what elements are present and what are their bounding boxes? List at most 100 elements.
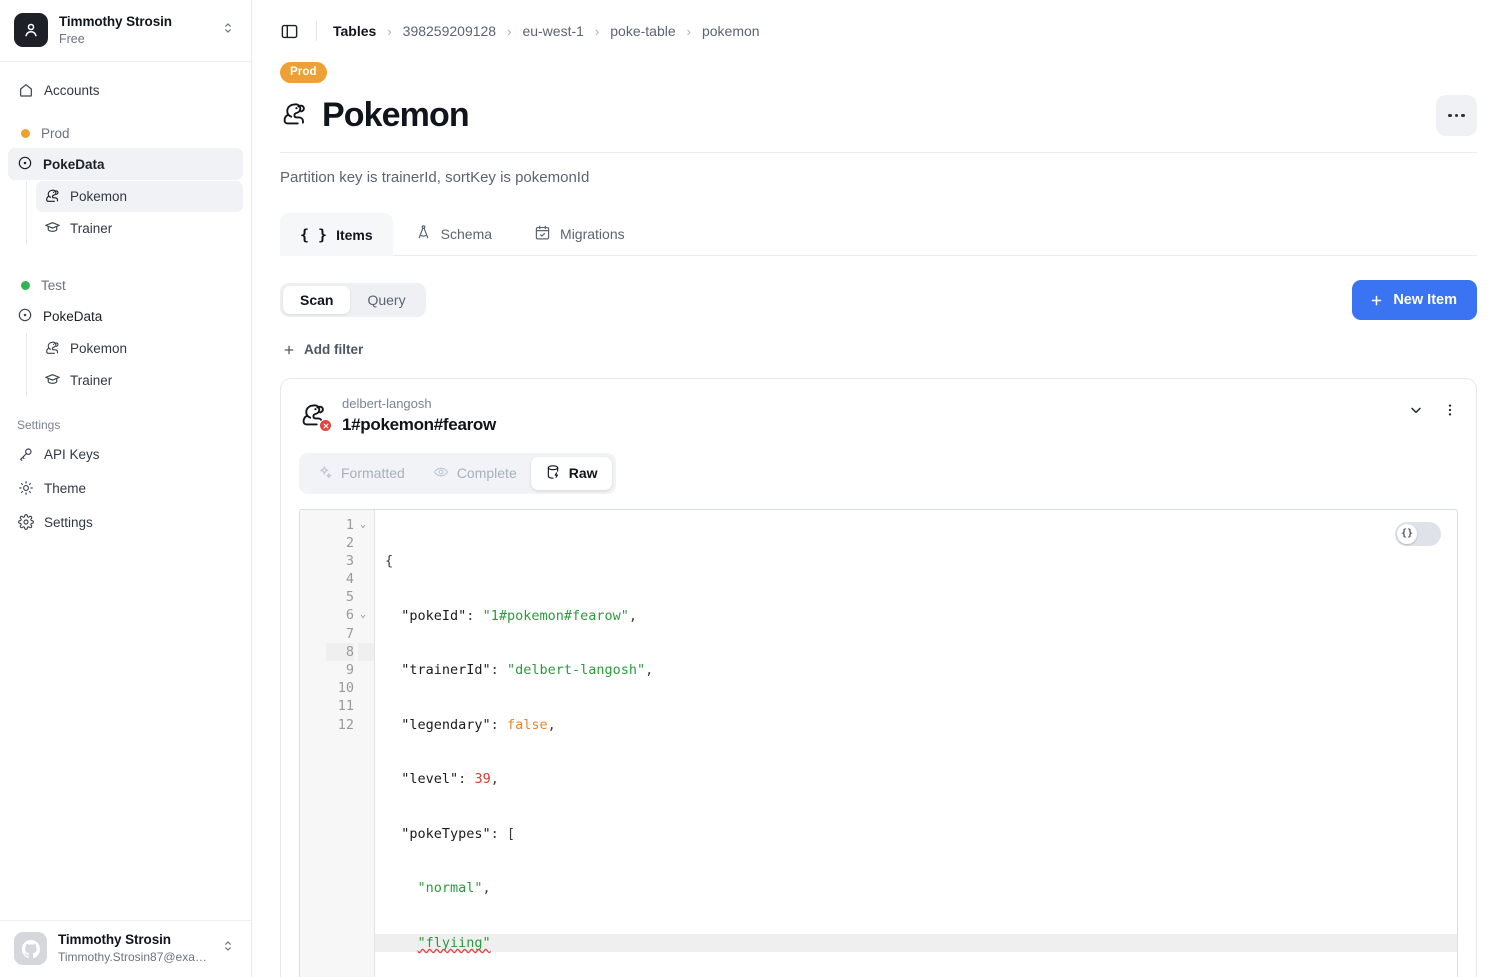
line-number: 3 — [326, 552, 354, 570]
add-filter-button[interactable]: Add filter — [280, 338, 365, 361]
tab-schema[interactable]: Schema — [395, 211, 512, 256]
formatted-view-button[interactable]: Formatted — [303, 457, 419, 490]
breadcrumb-item-account[interactable]: 398259209128 — [403, 23, 496, 39]
sidebar-item-theme[interactable]: Theme — [8, 472, 243, 504]
code-line: { — [385, 552, 1457, 570]
item-card-header: delbert-langosh 1#pokemon#fearow — [299, 396, 1458, 436]
sidebar-table-prod-trainer[interactable]: Trainer — [36, 213, 243, 244]
squirrel-icon — [44, 187, 61, 207]
sidebar-db-label: PokeData — [43, 309, 102, 324]
line-number: 4 — [326, 570, 354, 588]
github-icon — [14, 932, 47, 965]
line-number: 6 — [326, 606, 354, 624]
code-line: "legendary": false, — [385, 716, 1457, 734]
sidebar-group-label: Test — [41, 278, 66, 293]
sidebar-toggle-icon[interactable] — [276, 18, 302, 44]
breadcrumb-separator: › — [387, 24, 391, 39]
sidebar-db-test-pokedata[interactable]: PokeData — [8, 300, 243, 332]
sidebar-table-test-pokemon[interactable]: Pokemon — [36, 333, 243, 364]
line-number: 11 — [326, 697, 354, 715]
breadcrumb-separator: › — [595, 24, 599, 39]
fold-toggle[interactable]: ⌄ — [358, 516, 374, 534]
scan-button[interactable]: Scan — [283, 286, 350, 314]
page-title: Pokemon — [322, 96, 469, 135]
chevron-down-icon[interactable] — [1408, 402, 1424, 418]
graduation-cap-icon — [44, 371, 61, 391]
code-line: "flyiing" — [375, 934, 1457, 952]
item-identity: delbert-langosh 1#pokemon#fearow — [299, 396, 496, 436]
user-email: Timmothy.Strosin87@exam… — [58, 949, 210, 965]
breadcrumb-item-entity[interactable]: pokemon — [702, 23, 760, 39]
calendar-check-icon — [534, 224, 551, 244]
breakpoint-gutter[interactable] — [300, 510, 326, 977]
sidebar-table-label: Pokemon — [70, 189, 127, 204]
error-indicator-icon — [319, 419, 332, 432]
user-name: Timmothy Strosin — [58, 932, 210, 948]
sidebar-group-prod: Prod — [8, 118, 243, 148]
view-label: Raw — [569, 465, 598, 481]
json-editor[interactable]: 1 2 3 4 5 6 7 8 9 10 11 12 — [299, 509, 1458, 977]
ellipsis-icon — [1461, 114, 1465, 118]
sidebar-table-label: Trainer — [70, 373, 112, 388]
sidebar-db-prod-pokedata[interactable]: PokeData — [8, 148, 243, 180]
user-menu[interactable]: Timmothy Strosin Timmothy.Strosin87@exam… — [0, 920, 251, 977]
complete-view-button[interactable]: Complete — [419, 457, 531, 490]
item-card: delbert-langosh 1#pokemon#fearow — [280, 378, 1477, 977]
sparkles-icon — [317, 464, 333, 483]
scan-query-toggle: Scan Query — [280, 283, 426, 317]
breadcrumb-separator: › — [507, 24, 511, 39]
tab-items[interactable]: { } Items — [280, 213, 393, 256]
query-button[interactable]: Query — [350, 286, 422, 314]
sidebar-group-test: Test — [8, 270, 243, 300]
line-number: 1 — [326, 516, 354, 534]
page-header: Pokemon — [280, 95, 1477, 153]
sidebar: Timmothy Strosin Free Accounts — [0, 0, 252, 977]
sidebar-group-label: Prod — [41, 126, 70, 141]
new-item-button[interactable]: New Item — [1352, 280, 1477, 320]
tab-label: Items — [336, 227, 373, 243]
view-label: Formatted — [341, 465, 405, 481]
sidebar-item-label: API Keys — [44, 447, 100, 462]
chevron-updown-icon — [221, 939, 237, 958]
sidebar-table-test-trainer[interactable]: Trainer — [36, 365, 243, 396]
more-vertical-icon[interactable] — [1442, 402, 1458, 418]
line-number: 5 — [326, 588, 354, 606]
breadcrumb-item-table[interactable]: poke-table — [610, 23, 675, 39]
line-number: 8 — [326, 643, 354, 661]
home-icon — [17, 82, 34, 99]
breadcrumb-item-tables[interactable]: Tables — [333, 23, 376, 39]
chevron-updown-icon — [221, 21, 237, 40]
code-content[interactable]: { "pokeId": "1#pokemon#fearow", "trainer… — [374, 510, 1457, 977]
new-item-label: New Item — [1393, 292, 1457, 308]
ellipsis-icon — [1455, 114, 1459, 118]
page-body: Prod Pokemon — [252, 62, 1505, 977]
raw-view-button[interactable]: Raw — [531, 457, 612, 490]
add-filter-label: Add filter — [304, 342, 363, 357]
eye-icon — [433, 464, 449, 483]
gear-icon — [17, 514, 34, 531]
sidebar-item-api-keys[interactable]: API Keys — [8, 438, 243, 470]
status-dot-prod — [21, 129, 30, 138]
breadcrumb-item-region[interactable]: eu-west-1 — [522, 23, 583, 39]
tab-migrations[interactable]: Migrations — [514, 211, 645, 256]
avatar — [14, 13, 48, 47]
account-name: Timmothy Strosin — [59, 14, 210, 30]
sidebar-table-label: Pokemon — [70, 341, 127, 356]
breadcrumb-separator: › — [687, 24, 691, 39]
fold-toggle[interactable]: ⌄ — [358, 606, 374, 624]
squirrel-icon — [280, 99, 309, 133]
account-switcher[interactable]: Timmothy Strosin Free — [0, 0, 251, 62]
graduation-cap-icon — [44, 219, 61, 239]
sidebar-item-accounts[interactable]: Accounts — [8, 74, 243, 106]
sidebar-table-label: Trainer — [70, 221, 112, 236]
json-mode-toggle[interactable]: {} — [1395, 522, 1441, 546]
code-fold-gutter[interactable]: ⌄ ⌄ — [358, 510, 374, 977]
view-label: Complete — [457, 465, 517, 481]
more-options-button[interactable] — [1436, 95, 1477, 136]
sidebar-item-settings[interactable]: Settings — [8, 506, 243, 538]
database-circle-icon — [17, 307, 33, 326]
line-number: 12 — [326, 716, 354, 734]
code-line: "trainerId": "delbert-langosh", — [385, 661, 1457, 679]
sidebar-table-prod-pokemon[interactable]: Pokemon — [36, 181, 243, 212]
divider — [316, 21, 317, 41]
